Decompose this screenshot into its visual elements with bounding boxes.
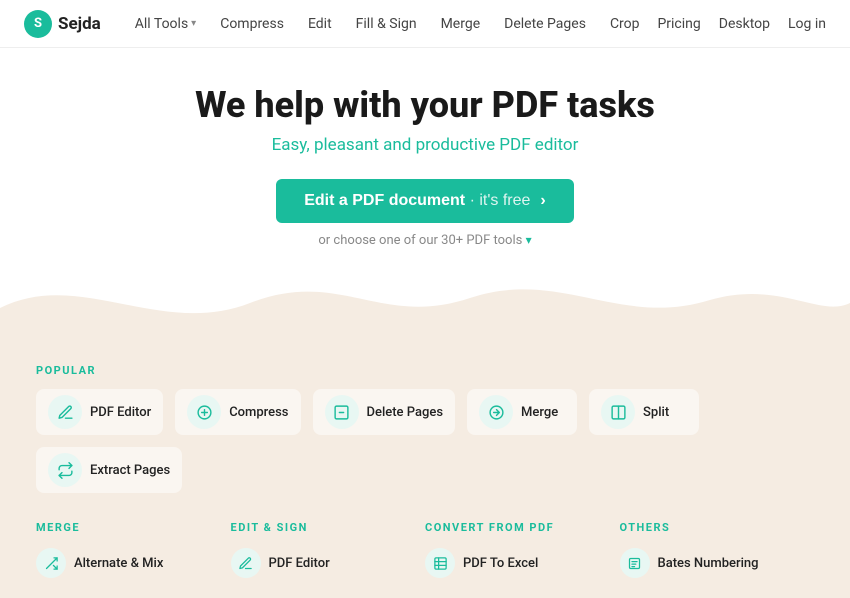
- others-label: OTHERS: [620, 521, 815, 534]
- tool-split[interactable]: Split: [589, 389, 699, 435]
- tool-merge[interactable]: Merge: [467, 389, 577, 435]
- tool-extract-pages[interactable]: Extract Pages: [36, 447, 182, 493]
- popular-tools-row: PDF Editor Compress Delete Pages: [36, 389, 814, 493]
- alternate-icon: [36, 548, 66, 578]
- tool-bates-numbering[interactable]: Bates Numbering: [620, 544, 815, 582]
- tool-compress[interactable]: Compress: [175, 389, 300, 435]
- hero-section: We help with your PDF tasks Easy, pleasa…: [0, 48, 850, 268]
- edit-sign-label: EDIT & SIGN: [231, 521, 426, 534]
- nav-edit[interactable]: Edit: [298, 12, 342, 36]
- logo-name: Sejda: [58, 14, 101, 34]
- arrow-right-icon: ›: [540, 192, 545, 210]
- others-section: OTHERS Bates Numbering: [620, 521, 815, 582]
- cta-label: Edit a PDF document · it's free: [304, 192, 530, 210]
- extract-icon: [48, 453, 82, 487]
- nav-fill-sign[interactable]: Fill & Sign: [346, 12, 427, 36]
- hero-subtitle: Easy, pleasant and productive PDF editor: [20, 135, 830, 155]
- tool-alternate-mix[interactable]: Alternate & Mix: [36, 544, 231, 582]
- bottom-sections: MERGE Alternate & Mix EDIT & SIGN PDF Ed…: [0, 521, 850, 598]
- chevron-down-icon: ▾: [191, 18, 196, 29]
- chevron-down-icon: ▾: [526, 233, 532, 247]
- wave-decoration: [0, 258, 850, 348]
- nav-right: Pricing Desktop Log in: [657, 16, 826, 32]
- bates-icon: [620, 548, 650, 578]
- convert-label: CONVERT FROM PDF: [425, 521, 620, 534]
- hero-title: We help with your PDF tasks: [20, 84, 830, 127]
- tool-pdf-editor[interactable]: PDF Editor: [36, 389, 163, 435]
- nav-crop[interactable]: Crop: [600, 12, 650, 36]
- nav-all-tools[interactable]: All Tools ▾: [125, 12, 206, 36]
- excel-icon: [425, 548, 455, 578]
- edit-icon: [48, 395, 82, 429]
- cta-button[interactable]: Edit a PDF document · it's free ›: [276, 179, 574, 223]
- edit-sign-section: EDIT & SIGN PDF Editor: [231, 521, 426, 582]
- tool-pdf-excel[interactable]: PDF To Excel: [425, 544, 620, 582]
- merge-icon: [479, 395, 513, 429]
- split-icon: [601, 395, 635, 429]
- compress-icon: [187, 395, 221, 429]
- merge-section: MERGE Alternate & Mix: [36, 521, 231, 582]
- tool-pdf-editor-2[interactable]: PDF Editor: [231, 544, 426, 582]
- nav-desktop[interactable]: Desktop: [719, 16, 770, 32]
- edit2-icon: [231, 548, 261, 578]
- nav-compress[interactable]: Compress: [210, 12, 294, 36]
- cta-subtext[interactable]: or choose one of our 30+ PDF tools ▾: [20, 233, 830, 248]
- nav-login[interactable]: Log in: [788, 16, 826, 32]
- convert-section: CONVERT FROM PDF PDF To Excel: [425, 521, 620, 582]
- logo-icon: S: [24, 10, 52, 38]
- nav-delete-pages[interactable]: Delete Pages: [494, 12, 596, 36]
- merge-label: MERGE: [36, 521, 231, 534]
- nav-links: All Tools ▾ Compress Edit Fill & Sign Me…: [125, 12, 650, 36]
- popular-label: POPULAR: [36, 346, 814, 389]
- nav-pricing[interactable]: Pricing: [657, 16, 700, 32]
- navbar: S Sejda All Tools ▾ Compress Edit Fill &…: [0, 0, 850, 48]
- tool-delete-pages[interactable]: Delete Pages: [313, 389, 456, 435]
- delete-icon: [325, 395, 359, 429]
- logo[interactable]: S Sejda: [24, 10, 101, 38]
- popular-section: POPULAR PDF Editor Compress: [0, 346, 850, 521]
- nav-merge[interactable]: Merge: [431, 12, 491, 36]
